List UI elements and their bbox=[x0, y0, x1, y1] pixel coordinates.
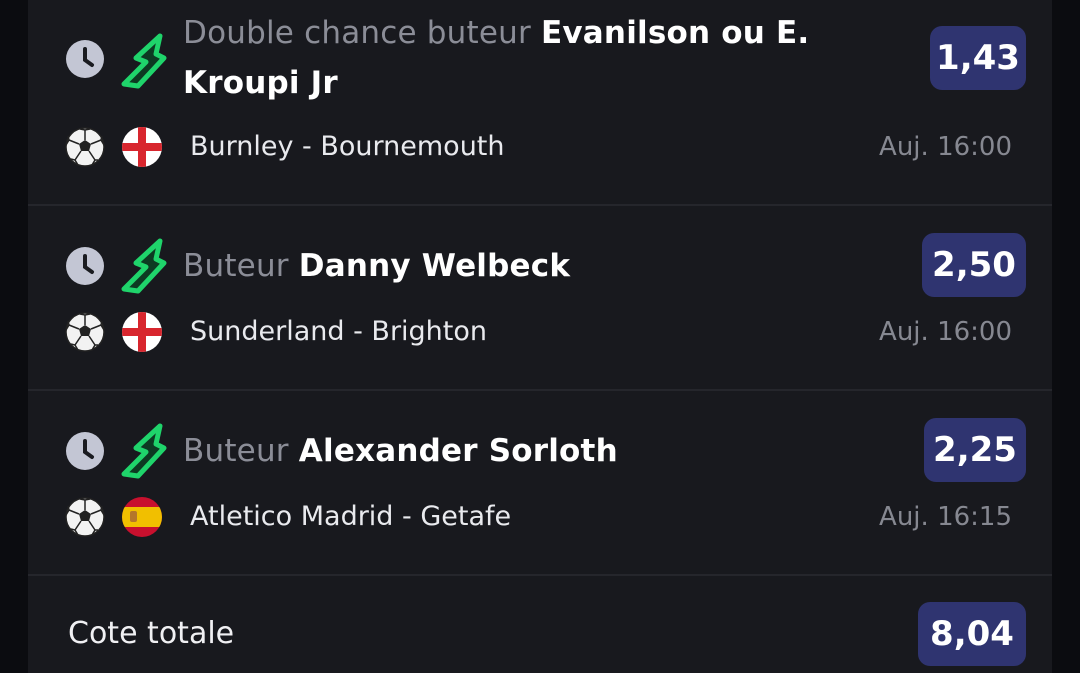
total-odds-label: Cote totale bbox=[68, 616, 235, 651]
bet-type: Buteur bbox=[183, 248, 289, 284]
player-name: Danny Welbeck bbox=[298, 248, 571, 284]
match-time: Auj. 16:00 bbox=[879, 317, 1012, 347]
match-name: Sunderland - Brighton bbox=[190, 316, 488, 347]
clock-icon bbox=[66, 40, 104, 78]
soccer-ball-icon bbox=[65, 127, 105, 167]
england-flag-icon bbox=[122, 127, 162, 167]
bet-title: Double chance buteur Evanilson ou E. Kro… bbox=[183, 8, 843, 108]
bet-slip-panel: Double chance buteur Evanilson ou E. Kro… bbox=[28, 0, 1052, 673]
england-flag-icon bbox=[122, 312, 162, 352]
bet-item[interactable]: Buteur Danny Welbeck 2,50 Sunderland - B… bbox=[28, 205, 1052, 391]
player-name: Alexander Sorloth bbox=[298, 433, 618, 469]
match-time: Auj. 16:15 bbox=[879, 502, 1012, 532]
total-odds-badge: 8,04 bbox=[918, 602, 1026, 666]
bet-item[interactable]: Buteur Alexander Sorloth 2,25 Atletico M… bbox=[28, 390, 1052, 576]
clock-icon bbox=[66, 432, 104, 470]
boost-arrow-icon bbox=[121, 33, 167, 89]
match-time: Auj. 16:00 bbox=[879, 132, 1012, 162]
bet-title: Buteur Danny Welbeck bbox=[183, 241, 863, 291]
clock-icon bbox=[66, 247, 104, 285]
boost-arrow-icon bbox=[121, 238, 167, 294]
bet-title: Buteur Alexander Sorloth bbox=[183, 426, 863, 476]
odd-badge[interactable]: 2,25 bbox=[924, 418, 1026, 482]
bet-type: Buteur bbox=[183, 433, 289, 469]
bet-item[interactable]: Double chance buteur Evanilson ou E. Kro… bbox=[28, 0, 1052, 206]
match-name: Burnley - Bournemouth bbox=[190, 131, 505, 162]
odd-badge[interactable]: 1,43 bbox=[930, 26, 1026, 90]
odd-badge[interactable]: 2,50 bbox=[922, 233, 1026, 297]
match-name: Atletico Madrid - Getafe bbox=[190, 501, 512, 532]
spain-flag-icon bbox=[122, 497, 162, 537]
soccer-ball-icon bbox=[65, 497, 105, 537]
soccer-ball-icon bbox=[65, 312, 105, 352]
bet-type: Double chance buteur bbox=[183, 15, 531, 51]
boost-arrow-icon bbox=[121, 423, 167, 479]
